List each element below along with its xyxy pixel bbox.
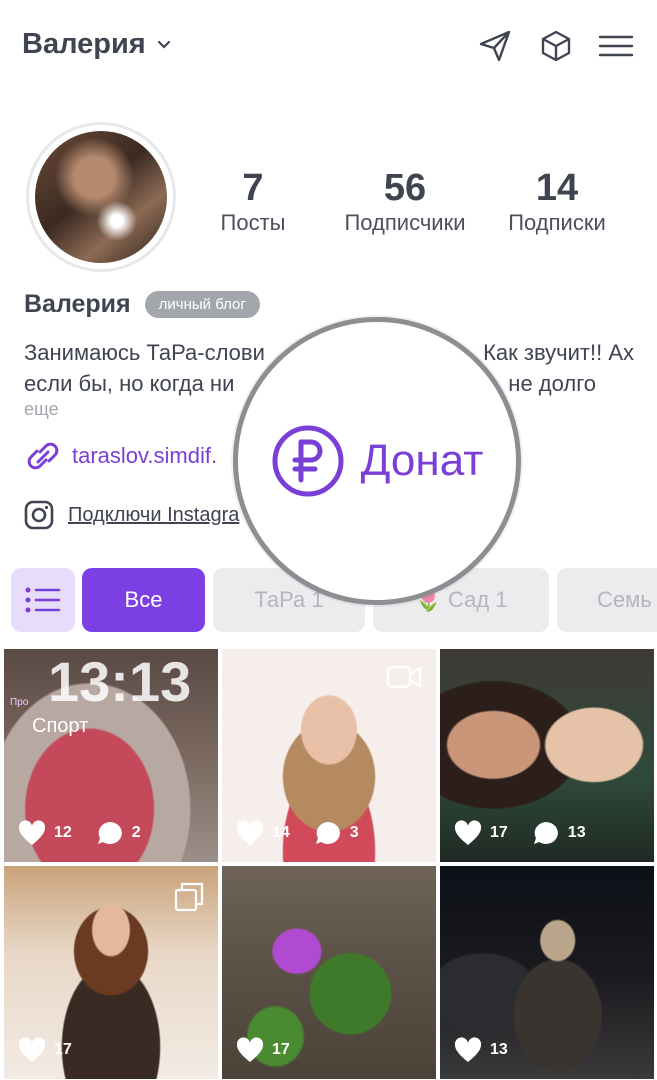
likes-count: 17 xyxy=(54,1041,72,1058)
gallery-icon xyxy=(174,882,204,912)
post-tile[interactable]: 17 13 xyxy=(440,649,654,862)
cube-icon[interactable] xyxy=(538,28,574,64)
tab-family[interactable]: Семь xyxy=(557,568,657,632)
post-tile[interactable]: 17 xyxy=(222,866,436,1079)
post-overlay-time: 13:13 xyxy=(48,650,192,713)
bio-more-link[interactable]: еще xyxy=(24,399,59,420)
list-view-button[interactable] xyxy=(11,568,75,632)
stat-followers-value: 56 xyxy=(383,167,427,209)
stat-followers-label: Подписчики xyxy=(344,210,466,235)
video-icon xyxy=(386,665,422,689)
likes-count: 17 xyxy=(272,1041,290,1058)
heart-icon xyxy=(454,1037,482,1062)
post-stats: 17 13 xyxy=(454,820,602,846)
instagram-icon xyxy=(24,500,54,530)
post-tile[interactable]: 13 xyxy=(440,866,654,1079)
likes-count: 12 xyxy=(54,824,72,841)
likes-count: 13 xyxy=(490,1041,508,1058)
ruble-icon xyxy=(272,425,344,497)
stat-following-label: Подписки xyxy=(508,210,606,235)
connect-instagram[interactable]: Подключи Instagra xyxy=(24,500,239,530)
link-icon xyxy=(27,442,59,470)
profile-badge: личный блог xyxy=(144,291,260,318)
heart-icon xyxy=(454,820,482,845)
post-tile[interactable]: 14 3 xyxy=(222,649,436,862)
heart-icon xyxy=(236,1037,264,1062)
stat-following[interactable]: 14 Подписки xyxy=(482,168,632,236)
bio-line-1-end: Как звучит!! Ах xyxy=(483,340,634,365)
comment-icon xyxy=(97,822,122,844)
list-icon xyxy=(25,587,61,613)
post-stats: 17 xyxy=(18,1037,88,1063)
heart-icon xyxy=(18,1037,46,1062)
comments-count: 13 xyxy=(567,824,586,841)
post-stats: 14 3 xyxy=(236,820,375,846)
comments-count: 2 xyxy=(131,824,141,841)
stat-posts[interactable]: 7 Посты xyxy=(178,168,328,236)
post-stats: 12 2 xyxy=(18,820,157,846)
comment-icon xyxy=(315,822,340,844)
account-name: Валерия xyxy=(22,28,146,60)
send-icon[interactable] xyxy=(477,28,513,64)
bio-line-2-end: не долго xyxy=(508,371,596,396)
post-overlay-tag: Про xyxy=(10,697,29,708)
bio-line-1: Занимаюсь ТаРа-слови xyxy=(24,340,265,365)
header: Валерия xyxy=(0,0,657,95)
likes-count: 14 xyxy=(272,824,290,841)
stat-following-value: 14 xyxy=(535,167,579,209)
profile-name: Валерия xyxy=(24,290,131,318)
post-tile[interactable]: 17 xyxy=(4,866,218,1079)
stat-posts-value: 7 xyxy=(242,167,264,209)
stat-followers[interactable]: 56 Подписчики xyxy=(330,168,480,236)
comments-count: 3 xyxy=(349,824,359,841)
post-stats: 17 xyxy=(236,1037,306,1063)
donate-button[interactable]: Донат xyxy=(233,317,521,605)
likes-count: 17 xyxy=(490,824,508,841)
menu-icon[interactable] xyxy=(598,28,634,64)
account-switcher[interactable]: Валерия xyxy=(22,28,172,61)
post-overlay-label: Спорт xyxy=(32,715,89,737)
heart-icon xyxy=(236,820,264,845)
avatar xyxy=(35,131,167,263)
bio-line-2: если бы, но когда ни xyxy=(24,371,235,396)
heart-icon xyxy=(18,820,46,845)
name-row: Валерия личный блог xyxy=(24,290,260,319)
instagram-text: Подключи Instagra xyxy=(68,503,240,526)
chevron-down-icon xyxy=(157,40,170,49)
donate-label: Донат xyxy=(360,436,484,485)
post-tile[interactable]: Про 13:13 Спорт 12 2 xyxy=(4,649,218,862)
tab-all[interactable]: Все xyxy=(82,568,205,632)
website-link[interactable]: taraslov.simdif. xyxy=(24,440,217,472)
comment-icon xyxy=(533,822,558,844)
avatar-ring[interactable] xyxy=(26,122,176,272)
stat-posts-label: Посты xyxy=(220,210,286,235)
post-stats: 13 xyxy=(454,1037,524,1063)
website-link-text: taraslov.simdif. xyxy=(72,443,218,468)
